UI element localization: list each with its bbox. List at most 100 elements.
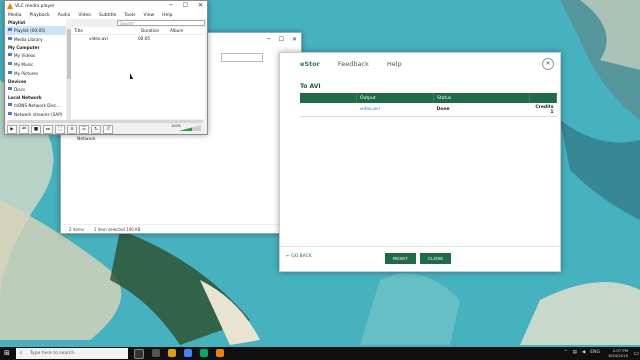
cell-input [300,103,357,117]
converter-window[interactable]: eStor Feedback Help ✕ To AVI Output Stat… [279,52,561,272]
close-icon[interactable]: ✕ [542,58,554,70]
sidebar-item-my-pictures[interactable]: My Pictures [6,69,66,78]
next-icon[interactable]: ⏭ [43,124,53,134]
file-explorer-icon[interactable] [168,349,176,357]
menu-video[interactable]: Video [78,13,91,18]
videos-icon [8,53,12,56]
column-title[interactable]: Title [71,27,138,34]
conversion-table: Output Status video.avi Done Credits 1 [300,93,557,117]
menu-subtitle[interactable]: Subtitle [99,13,116,18]
menu-media[interactable]: Media [8,13,22,18]
pictures-icon [8,71,12,74]
playlist-sidebar: Playlist Playlist (00:05) Media Library … [6,19,66,121]
sidebar-item-my-videos[interactable]: My Videos [6,51,66,60]
row-duration: 00:05 [138,36,151,41]
close-icon[interactable]: ✕ [198,2,203,9]
minimize-icon[interactable]: ─ [169,2,173,9]
column-input [300,93,357,103]
close-icon[interactable]: ✕ [292,36,297,43]
nav-feedback[interactable]: Feedback [338,60,369,68]
playlist-toggle-icon[interactable]: ☰ [79,124,89,134]
play-icon[interactable]: ▶ [7,124,17,134]
search-icon: ⌕ [20,351,23,356]
sidebar-item-playlist[interactable]: Playlist (00:05) [6,26,66,35]
converter-footer: ← GO BACK RESET CLOSE [280,246,560,271]
menu-help[interactable]: Help [162,13,172,18]
sidebar-header-local-network: Local Network [8,95,42,100]
sidebar-item-mdns[interactable]: mDNS Network Disc... [6,101,66,110]
music-icon [8,62,12,65]
menu-playback[interactable]: Playback [30,13,50,18]
sidebar-item-sap[interactable]: Network streams (SAP) [6,110,66,119]
network-icon [8,112,12,115]
playlist-row[interactable]: video.avi 00:05 [71,35,205,42]
column-album[interactable]: Album [167,27,183,34]
network-icon [8,103,12,106]
vlc-titlebar: VLC media player ─ ☐ ✕ [5,1,207,11]
go-back-link[interactable]: ← GO BACK [286,254,312,259]
vlc-taskbar-icon[interactable] [216,349,224,357]
notification-icon[interactable]: ▭ [633,350,639,357]
previous-icon[interactable]: ⏮ [19,124,29,134]
windows-start-icon[interactable]: ⊞ [4,350,11,357]
converter-header: eStor Feedback Help [280,53,560,75]
shuffle-icon[interactable]: ⤮ [103,124,113,134]
app-brand: eStor [300,60,320,68]
maximize-icon[interactable]: ☐ [279,36,284,43]
go-back-label: GO BACK [291,254,312,259]
row-title: video.avi [89,36,108,41]
minimize-icon[interactable]: ─ [267,36,271,43]
stop-icon[interactable]: ■ [31,124,41,134]
output-file-link[interactable]: video.avi [356,103,434,117]
address-bar[interactable] [221,53,263,62]
status-cell: Done [433,103,530,117]
lang-indicator[interactable]: ENG [590,350,600,355]
clock[interactable]: 2:07 PM 8/24/2019 [609,348,628,358]
chevron-up-icon[interactable]: ^ [564,350,568,355]
explorer-status-bar: 2 items 1 item selected 100 KB [61,224,301,233]
playlist-icon [8,28,12,31]
disc-icon [8,87,12,90]
status-items: 2 items [69,226,84,232]
row-album [164,35,167,42]
seek-bar[interactable] [7,120,203,123]
store-icon[interactable] [200,349,208,357]
sidebar-item-discs[interactable]: Discs [6,85,66,94]
volume-percent: 100% [170,124,181,128]
fullscreen-icon[interactable]: ⛶ [55,124,65,134]
extended-settings-icon[interactable]: ≡ [67,124,77,134]
volume-icon[interactable]: ◀ [582,350,585,355]
column-duration[interactable]: Duration [138,27,167,34]
loop-icon[interactable]: ↻ [91,124,101,134]
reset-button[interactable]: RESET [385,253,417,264]
window-title: VLC media player [15,3,55,9]
vlc-cone-icon [7,3,13,9]
playlist-view: Title Duration Album video.avi 00:05 [71,27,205,119]
close-button[interactable]: CLOSE [420,253,452,264]
menu-audio[interactable]: Audio [58,13,71,18]
network-icon[interactable]: ▤ [573,350,577,355]
menu-view[interactable]: View [143,13,154,18]
column-output: Output [356,93,434,103]
clock-date: 8/24/2019 [608,353,628,358]
vlc-window[interactable]: VLC media player ─ ☐ ✕ Media Playback Au… [4,0,208,135]
edge-icon[interactable] [184,349,192,357]
menu-tools[interactable]: Tools [124,13,135,18]
cortana-icon[interactable] [134,349,144,359]
maximize-icon[interactable]: ☐ [183,2,188,9]
sidebar-header-devices: Devices [8,79,27,84]
taskbar: ⊞ ⌕ Type here to search ^ ▤ ◀ ENG 2:07 P… [0,347,640,360]
sidebar-header-playlist: Playlist [8,20,26,25]
column-status: Status [433,93,530,103]
nav-network[interactable]: Network [77,137,96,142]
taskbar-apps [134,349,224,359]
task-view-icon[interactable] [152,349,160,357]
taskbar-search-input[interactable]: ⌕ Type here to search [16,348,128,359]
sidebar-item-my-music[interactable]: My Music [6,60,66,69]
nav-help[interactable]: Help [387,60,402,68]
taskbar-search-placeholder: Type here to search [30,351,75,356]
menu-bar: Media Playback Audio Video Subtitle Tool… [5,11,207,19]
credits-cell: Credits 1 [529,103,557,117]
sidebar-item-media-library[interactable]: Media Library [6,35,66,44]
playlist-search-input[interactable]: Search [117,20,205,26]
